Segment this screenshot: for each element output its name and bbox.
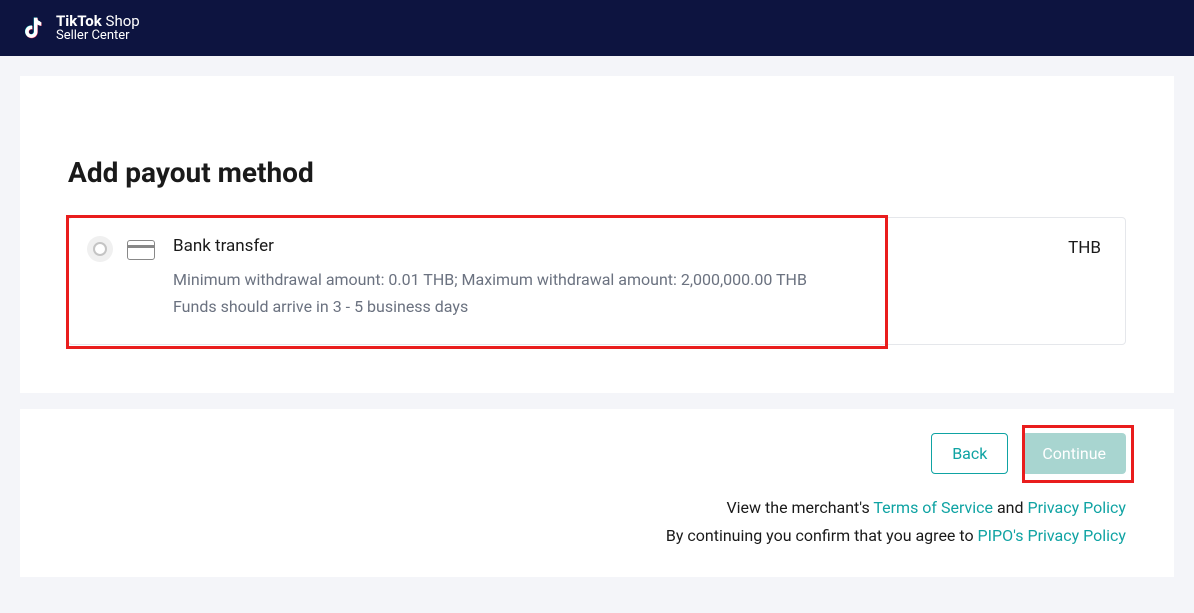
radio-inner xyxy=(93,242,107,256)
tiktok-icon xyxy=(20,14,48,42)
radio-button[interactable] xyxy=(87,236,113,262)
brand-subtitle: Seller Center xyxy=(56,29,140,43)
button-row: Back Continue xyxy=(68,433,1126,474)
privacy-policy-link[interactable]: Privacy Policy xyxy=(1028,498,1127,517)
option-title: Bank transfer xyxy=(173,236,1068,256)
option-detail-limits: Minimum withdrawal amount: 0.01 THB; Max… xyxy=(173,266,1068,293)
logo-text: TikTok Shop Seller Center xyxy=(56,13,140,44)
pipo-privacy-link[interactable]: PIPO's Privacy Policy xyxy=(978,526,1126,545)
back-button[interactable]: Back xyxy=(931,433,1008,474)
payout-option-bank-transfer[interactable]: Bank transfer Minimum withdrawal amount:… xyxy=(68,217,1126,345)
option-detail-eta: Funds should arrive in 3 - 5 business da… xyxy=(173,293,1068,320)
footer-panel: Back Continue View the merchant's Terms … xyxy=(20,409,1174,576)
option-content: Bank transfer Minimum withdrawal amount:… xyxy=(173,236,1068,320)
terms-of-service-link[interactable]: Terms of Service xyxy=(873,498,993,517)
legal-prefix: View the merchant's xyxy=(726,498,873,517)
app-header: TikTok Shop Seller Center xyxy=(0,0,1194,56)
main-panel: Add payout method Bank transfer Minimum … xyxy=(20,76,1174,393)
option-currency: THB xyxy=(1068,238,1101,258)
brand-bold: TikTok xyxy=(56,12,102,30)
card-icon xyxy=(127,240,155,260)
legal-and: and xyxy=(993,498,1028,517)
brand-light: Shop xyxy=(106,12,140,30)
legal-text: View the merchant's Terms of Service and… xyxy=(68,494,1126,548)
logo[interactable]: TikTok Shop Seller Center xyxy=(20,13,140,44)
continue-button[interactable]: Continue xyxy=(1022,433,1126,474)
page-title: Add payout method xyxy=(68,156,1126,189)
confirm-prefix: By continuing you confirm that you agree… xyxy=(666,526,978,545)
